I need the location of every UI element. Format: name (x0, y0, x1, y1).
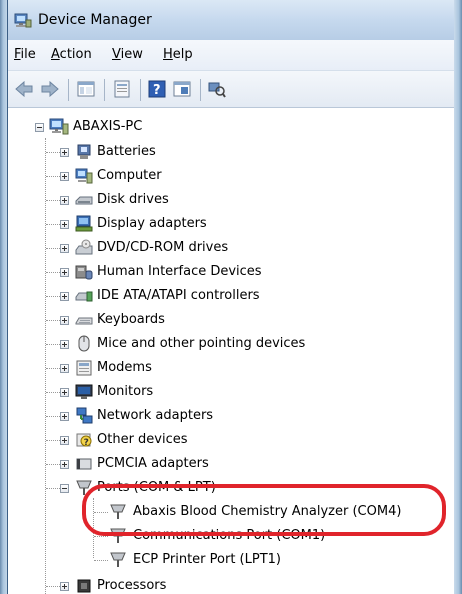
tree-item-dvd-cd-rom-drives[interactable]: DVD/CD-ROM drives (9, 236, 449, 260)
tree-item-human-interface-devices[interactable]: Human Interface Devices (9, 260, 449, 284)
toolbar-separator (104, 79, 105, 101)
expand-toggle[interactable] (60, 148, 69, 157)
title-bar[interactable]: Device Manager (8, 0, 454, 40)
update-driver-icon[interactable] (172, 79, 192, 99)
tree-item-keyboards[interactable]: Keyboards (9, 308, 449, 332)
tree-item-label: Modems (97, 360, 152, 375)
window-right-border (454, 0, 462, 594)
tree-item-label: Display adapters (97, 216, 207, 231)
menu-bar: File Action View Help (8, 40, 454, 71)
tree-item-label: ECP Printer Port (LPT1) (133, 552, 281, 567)
tree-item-label: Disk drives (97, 192, 169, 207)
tree-item-label: Batteries (97, 144, 156, 159)
forward-arrow-icon[interactable] (40, 79, 60, 99)
keyboard-icon (75, 311, 93, 329)
highlight-annotation (82, 484, 446, 536)
tree-item-monitors[interactable]: Monitors (9, 380, 449, 404)
tree-item-label: PCMCIA adapters (97, 456, 209, 471)
expand-toggle[interactable] (60, 364, 69, 373)
window-left-border (0, 0, 8, 594)
expand-toggle[interactable] (60, 412, 69, 421)
display-adapter-icon (75, 215, 93, 233)
expand-toggle[interactable] (60, 268, 69, 277)
device-manager-icon (14, 12, 32, 28)
mouse-icon (75, 335, 93, 353)
expand-toggle[interactable] (60, 340, 69, 349)
tree-item-label: IDE ATA/ATAPI controllers (97, 288, 260, 303)
tree-item-label: Processors (97, 578, 167, 593)
tree-item-label: Human Interface Devices (97, 264, 262, 279)
tree-item-ide-ata-atapi-controllers[interactable]: IDE ATA/ATAPI controllers (9, 284, 449, 308)
tree-item-label: Network adapters (97, 408, 214, 423)
toolbar-separator (200, 79, 201, 101)
collapse-toggle[interactable] (35, 123, 44, 132)
expand-toggle[interactable] (60, 172, 69, 181)
expand-toggle[interactable] (60, 244, 69, 253)
help-icon[interactable]: ? (147, 79, 167, 99)
tree-item-label: Mice and other pointing devices (97, 336, 306, 351)
hid-icon (75, 263, 93, 281)
tree-item-label: Other devices (97, 432, 188, 447)
ide-controller-icon (75, 287, 93, 305)
tree-item-computer[interactable]: Computer (9, 164, 449, 188)
scan-hardware-icon[interactable] (207, 79, 227, 99)
toolbar-separator (140, 79, 141, 101)
tree-item-ecp-printer-port-lpt1[interactable]: ECP Printer Port (LPT1) (9, 548, 449, 572)
expand-toggle[interactable] (60, 388, 69, 397)
expand-toggle[interactable] (60, 292, 69, 301)
optical-drive-icon (75, 239, 93, 257)
computer-icon (49, 118, 69, 136)
tree-root-label: ABAXIS-PC (73, 119, 143, 134)
svg-text:?: ? (84, 438, 89, 448)
properties-icon[interactable] (112, 79, 132, 99)
tree-item-label: Monitors (97, 384, 154, 399)
expand-toggle[interactable] (60, 316, 69, 325)
disk-drive-icon (75, 191, 93, 209)
tree-item-label: Computer (97, 168, 162, 183)
unknown-device-icon: ? (75, 431, 93, 449)
battery-icon (75, 143, 93, 161)
tree-item-mice[interactable]: Mice and other pointing devices (9, 332, 449, 356)
menu-view[interactable]: View (112, 47, 143, 62)
back-arrow-icon[interactable] (14, 79, 34, 99)
expand-toggle[interactable] (60, 220, 69, 229)
tree-item-label: DVD/CD-ROM drives (97, 240, 229, 255)
expand-toggle[interactable] (60, 582, 69, 591)
tree-root-abaxis-pc[interactable]: ABAXIS-PC (9, 116, 449, 140)
window-title: Device Manager (38, 12, 152, 28)
menu-action[interactable]: Action (51, 47, 92, 62)
monitor-icon (75, 383, 93, 401)
svg-text:?: ? (153, 83, 161, 98)
menu-help[interactable]: Help (163, 47, 193, 62)
modem-icon (75, 359, 93, 377)
tree-item-processors[interactable]: Processors (9, 574, 449, 594)
processor-icon (75, 577, 93, 594)
network-adapter-icon (75, 407, 93, 425)
tree-item-display-adapters[interactable]: Display adapters (9, 212, 449, 236)
collapse-toggle[interactable] (60, 484, 69, 493)
computer-icon (75, 167, 93, 185)
tree-item-pcmcia-adapters[interactable]: PCMCIA adapters (9, 452, 449, 476)
toolbar-separator (68, 79, 69, 101)
toolbar: ? (8, 71, 454, 108)
tree-item-modems[interactable]: Modems (9, 356, 449, 380)
tree-item-disk-drives[interactable]: Disk drives (9, 188, 449, 212)
menu-file[interactable]: File (14, 47, 36, 62)
expand-toggle[interactable] (60, 460, 69, 469)
pcmcia-icon (75, 455, 93, 473)
tree-item-batteries[interactable]: Batteries (9, 140, 449, 164)
expand-toggle[interactable] (60, 196, 69, 205)
show-hide-console-tree-icon[interactable] (76, 79, 96, 99)
tree-item-label: Keyboards (97, 312, 165, 327)
tree-item-other-devices[interactable]: ? Other devices (9, 428, 449, 452)
port-icon (109, 551, 127, 569)
tree-item-network-adapters[interactable]: Network adapters (9, 404, 449, 428)
expand-toggle[interactable] (60, 436, 69, 445)
